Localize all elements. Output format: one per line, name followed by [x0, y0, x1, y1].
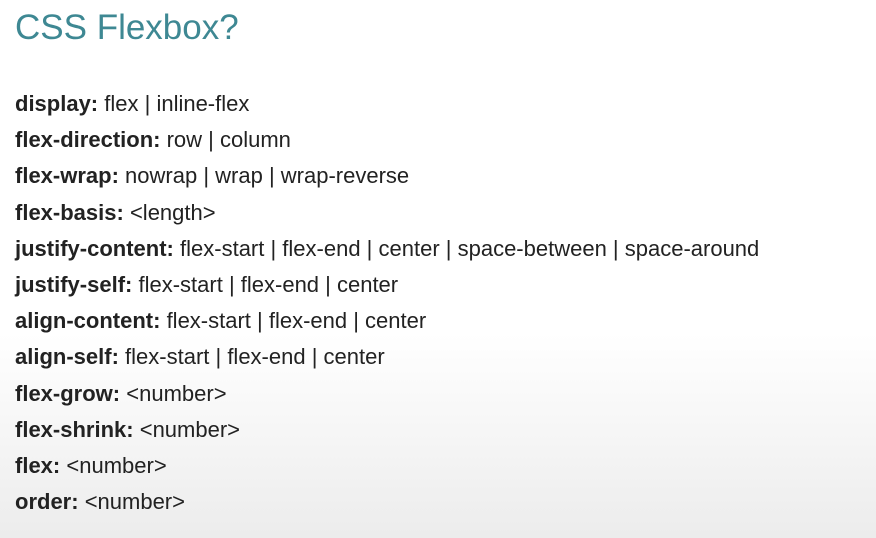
property-list: display: flex | inline-flex flex-directi… [15, 89, 759, 523]
slide-title: CSS Flexbox? [15, 8, 239, 47]
property-line: flex-direction: row | column [15, 125, 759, 161]
property-name: display: [15, 91, 99, 116]
property-values: row | column [166, 127, 291, 153]
property-line: flex-shrink: <number> [15, 415, 759, 451]
property-line: flex-grow: <number> [15, 379, 759, 415]
property-values: <length> [129, 199, 216, 225]
property-name: flex-direction: [15, 127, 161, 153]
property-line: flex-basis: <length> [15, 198, 759, 234]
property-line: justify-content: flex-start | flex-end |… [15, 234, 759, 270]
property-values: flex-start | flex-end | center [138, 271, 399, 297]
property-line: display: flex | inline-flex [15, 89, 759, 125]
property-name: justify-content: [15, 235, 174, 261]
property-name: flex-wrap: [15, 163, 119, 189]
property-name: flex-basis: [15, 199, 124, 225]
property-values: flex-start | flex-end | center [166, 308, 427, 334]
property-line: flex: <number> [15, 451, 759, 487]
property-name: align-content: [15, 308, 161, 334]
property-name: order: [15, 489, 79, 515]
property-name: align-self: [15, 344, 119, 370]
property-line: order: <number> [15, 487, 759, 523]
property-line: justify-self: flex-start | flex-end | ce… [15, 270, 759, 306]
property-values: <number> [139, 416, 241, 442]
property-values: flex-start | flex-end | center [125, 344, 385, 370]
property-values: <number> [126, 380, 227, 406]
property-name: flex: [15, 452, 61, 478]
property-values: flex | inline-flex [104, 91, 250, 116]
property-line: flex-wrap: nowrap | wrap | wrap-reverse [15, 161, 759, 197]
property-values: flex-start | flex-end | center | space-b… [180, 235, 760, 261]
property-name: flex-grow: [15, 380, 121, 406]
property-name: justify-self: [15, 271, 133, 297]
property-values: nowrap | wrap | wrap-reverse [125, 163, 410, 189]
property-line: align-content: flex-start | flex-end | c… [15, 306, 759, 342]
property-name: flex-shrink: [15, 416, 134, 442]
property-line: align-self: flex-start | flex-end | cent… [15, 342, 759, 378]
property-values: <number> [66, 452, 167, 478]
property-values: <number> [84, 489, 185, 515]
